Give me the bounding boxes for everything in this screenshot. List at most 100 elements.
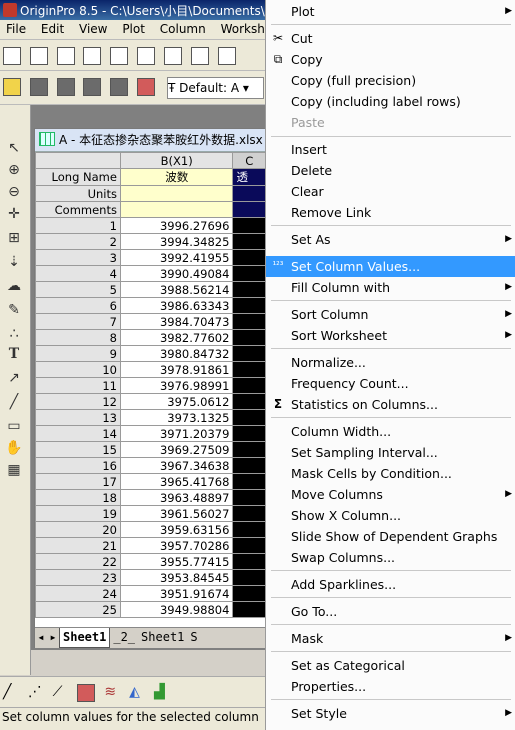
menu-item-frequency-count[interactable]: Frequency Count... xyxy=(266,373,515,394)
menu-item-paste[interactable]: Paste xyxy=(266,112,515,133)
cell-b[interactable]: 3969.27509 xyxy=(119,441,234,458)
cell-c[interactable] xyxy=(232,601,266,618)
menu-plot[interactable]: Plot xyxy=(116,20,150,36)
menu-edit[interactable]: Edit xyxy=(35,20,69,36)
menu-item-statistics[interactable]: Σ Statistics on Columns... xyxy=(266,394,515,415)
tool-icon-3[interactable] xyxy=(83,78,102,96)
cell-b[interactable]: 3967.34638 xyxy=(119,457,234,474)
text-tool-icon[interactable]: T xyxy=(5,346,23,362)
tool-icon-1[interactable] xyxy=(29,78,48,96)
units-cell-c[interactable] xyxy=(232,185,266,202)
menu-item-remove-link[interactable]: Remove Link xyxy=(266,202,515,223)
new-project-icon[interactable] xyxy=(3,47,21,65)
menu-item-show-x-column[interactable]: Show X Column... xyxy=(266,505,515,526)
menu-item-plot[interactable]: Plot ▶ xyxy=(266,1,515,22)
row-number[interactable]: 7 xyxy=(35,313,121,330)
cell-c[interactable] xyxy=(232,553,266,570)
workbook-title-bar[interactable]: A - 本征态掺杂态聚苯胺红外数据.xlsx xyxy=(35,129,266,152)
pointer-icon[interactable]: ↖ xyxy=(5,140,23,156)
cell-c[interactable] xyxy=(232,585,266,602)
menu-item-sort-worksheet[interactable]: Sort Worksheet ▶ xyxy=(266,325,515,346)
scatter-plot-icon[interactable]: ⋰ xyxy=(28,684,44,700)
hand-icon[interactable]: ✋ xyxy=(5,440,23,456)
cell-b[interactable]: 3961.56027 xyxy=(119,505,234,522)
cell-c[interactable] xyxy=(232,425,266,442)
cell-c[interactable] xyxy=(232,345,266,362)
data-selector-icon[interactable]: ⇣ xyxy=(5,254,23,270)
cell-c[interactable] xyxy=(232,265,266,282)
cell-b[interactable]: 3955.77415 xyxy=(119,553,234,570)
menu-item-copy-full[interactable]: Copy (full precision) xyxy=(266,70,515,91)
cell-c[interactable] xyxy=(232,489,266,506)
new-excel-icon[interactable] xyxy=(190,47,209,65)
column-header-b[interactable]: B(X1) xyxy=(119,152,234,169)
row-number[interactable]: 17 xyxy=(35,473,121,490)
arrow-tool-icon[interactable]: ↗ xyxy=(5,370,23,386)
new-graph-icon[interactable] xyxy=(83,47,102,65)
new-function-icon[interactable] xyxy=(110,47,129,65)
cell-b[interactable]: 3992.41955 xyxy=(119,249,234,266)
cell-c[interactable] xyxy=(232,329,266,346)
cell-b[interactable]: 3990.49084 xyxy=(119,265,234,282)
tool-icon-5[interactable] xyxy=(137,78,156,96)
tab-prev-icon[interactable]: ◂ xyxy=(35,628,47,647)
menu-item-copy-label-rows[interactable]: Copy (including label rows) xyxy=(266,91,515,112)
zoom-out-icon[interactable]: ⊖ xyxy=(5,184,23,200)
menu-item-properties[interactable]: Properties... xyxy=(266,676,515,697)
cell-c[interactable] xyxy=(232,313,266,330)
tab-s[interactable]: S xyxy=(187,628,200,647)
screen-reader-icon[interactable]: ✛ xyxy=(5,206,23,222)
cell-c[interactable] xyxy=(232,441,266,458)
tool-icon-4[interactable] xyxy=(110,78,129,96)
cell-b[interactable]: 3994.34825 xyxy=(119,233,234,250)
comments-cell-c[interactable] xyxy=(232,201,266,218)
rectangle-tool-icon[interactable]: ▭ xyxy=(5,418,23,434)
tab-2[interactable]: _2_ xyxy=(110,628,138,647)
cell-b[interactable]: 3953.84545 xyxy=(119,569,234,586)
cell-c[interactable] xyxy=(232,249,266,266)
menu-item-set-categorical[interactable]: Set as Categorical xyxy=(266,655,515,676)
zoom-in-icon[interactable]: ⊕ xyxy=(5,162,23,178)
cell-c[interactable] xyxy=(232,537,266,554)
cell-b[interactable]: 3978.91861 xyxy=(119,361,234,378)
cell-b[interactable]: 3951.91674 xyxy=(119,585,234,602)
new-notes-icon[interactable] xyxy=(163,47,182,65)
menu-item-insert[interactable]: Insert xyxy=(266,139,515,160)
menu-file[interactable]: File xyxy=(0,20,31,36)
row-number[interactable]: 25 xyxy=(35,601,121,618)
tab-sheet1-b[interactable]: Sheet1 xyxy=(138,628,187,647)
cell-b[interactable]: 3980.84732 xyxy=(119,345,234,362)
menu-item-sort-column[interactable]: Sort Column ▶ xyxy=(266,304,515,325)
area-plot-icon[interactable]: ▟ xyxy=(154,684,170,700)
cell-c[interactable] xyxy=(232,361,266,378)
cell-b[interactable]: 3949.98804 xyxy=(119,601,234,618)
line-tool-icon[interactable]: ╱ xyxy=(5,394,23,410)
region-icon[interactable]: ∴ xyxy=(5,326,23,342)
line-symbol-icon[interactable]: ⟋ xyxy=(53,684,69,700)
new-workbook-icon[interactable] xyxy=(29,47,48,65)
long-name-cell-c[interactable]: 透 xyxy=(232,168,266,186)
corner-cell[interactable] xyxy=(35,152,121,169)
new-layout-icon[interactable] xyxy=(137,47,156,65)
cell-c[interactable] xyxy=(232,281,266,298)
cell-c[interactable] xyxy=(232,457,266,474)
menu-item-go-to[interactable]: Go To... xyxy=(266,601,515,622)
row-number[interactable]: 10 xyxy=(35,361,121,378)
new-matrix-icon[interactable] xyxy=(56,47,75,65)
menu-item-set-column-values[interactable]: ¹²³ Set Column Values... xyxy=(266,256,515,277)
column-plot-icon[interactable] xyxy=(77,684,96,702)
menu-item-clear[interactable]: Clear xyxy=(266,181,515,202)
menu-view[interactable]: View xyxy=(73,20,112,36)
row-number[interactable]: 3 xyxy=(35,249,121,266)
menu-item-column-width[interactable]: Column Width... xyxy=(266,421,515,442)
row-number[interactable]: 24 xyxy=(35,585,121,602)
row-number[interactable]: 16 xyxy=(35,457,121,474)
cell-b[interactable]: 3984.70473 xyxy=(119,313,234,330)
font-select[interactable]: Ŧ Default: A ▾ xyxy=(166,77,264,99)
row-number[interactable]: 13 xyxy=(35,409,121,426)
row-number[interactable]: 1 xyxy=(35,217,121,234)
cell-c[interactable] xyxy=(232,505,266,522)
row-number[interactable]: 19 xyxy=(35,505,121,522)
row-number[interactable]: 8 xyxy=(35,329,121,346)
menu-item-add-sparklines[interactable]: Add Sparklines... xyxy=(266,574,515,595)
